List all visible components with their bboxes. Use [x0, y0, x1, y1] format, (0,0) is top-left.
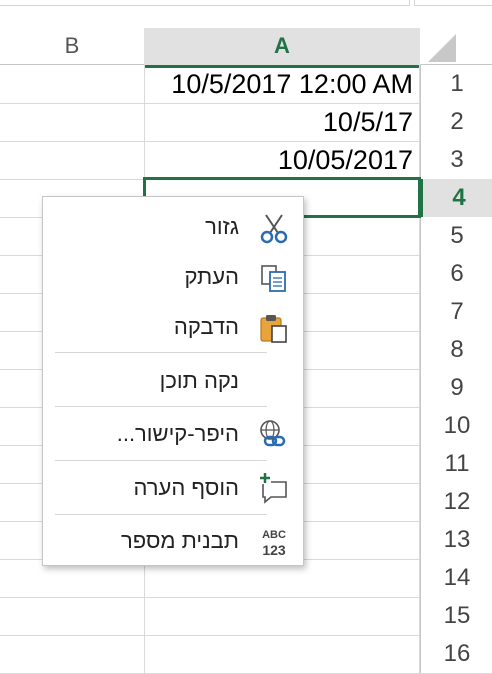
- menu-item-clear-contents[interactable]: נקה תוכן: [43, 355, 305, 407]
- row-header[interactable]: 16: [420, 635, 492, 673]
- menu-item-hyperlink[interactable]: היפר-קישור...: [43, 408, 305, 460]
- cell-a[interactable]: 10/5/17: [144, 103, 420, 141]
- menu-separator: [55, 352, 267, 353]
- sheet-row: 10/05/2017 3: [0, 141, 492, 180]
- row-header[interactable]: 2: [420, 103, 492, 141]
- menu-item-label: נקה תוכן: [159, 368, 239, 393]
- column-header-b[interactable]: B: [0, 28, 145, 64]
- cell-a[interactable]: [144, 635, 420, 673]
- menu-item-paste[interactable]: הדבקה: [43, 301, 305, 353]
- row-header[interactable]: 11: [420, 445, 492, 483]
- column-header-a[interactable]: A: [144, 28, 421, 68]
- row-header[interactable]: 10: [420, 407, 492, 445]
- cut-icon: [260, 214, 288, 244]
- menu-item-label: גזור: [205, 214, 239, 239]
- sheet-row: 16: [0, 635, 492, 674]
- cell-a[interactable]: 10/5/2017 12:00 AM: [144, 65, 420, 103]
- row-header[interactable]: 6: [420, 255, 492, 293]
- formula-input[interactable]: [414, 0, 492, 6]
- svg-text:123: 123: [262, 542, 286, 558]
- sheet-row: 10/5/2017 12:00 AM 1: [0, 65, 492, 104]
- row-header[interactable]: 5: [420, 217, 492, 255]
- row-header[interactable]: 13: [420, 521, 492, 559]
- menu-item-label: הדבקה: [173, 314, 239, 339]
- menu-item-copy[interactable]: העתק: [43, 251, 305, 303]
- cell-a[interactable]: [144, 597, 420, 635]
- menu-item-label: הוסף הערה: [133, 475, 239, 500]
- cell-b[interactable]: [0, 103, 145, 141]
- menu-item-add-comment[interactable]: הוסף הערה: [43, 462, 305, 514]
- menu-item-number-format[interactable]: תבנית מספר ABC 123: [43, 515, 305, 567]
- row-header[interactable]: 12: [420, 483, 492, 521]
- row-header[interactable]: 8: [420, 331, 492, 369]
- menu-item-label: היפר-קישור...: [116, 421, 239, 446]
- sheet-row: 10/5/17 2: [0, 103, 492, 142]
- hyperlink-icon: [260, 420, 286, 447]
- cell-b[interactable]: [0, 635, 145, 673]
- select-all-corner[interactable]: [420, 28, 492, 64]
- column-header-row: B A: [0, 28, 492, 68]
- row-header[interactable]: 9: [420, 369, 492, 407]
- add-comment-icon: [259, 472, 287, 504]
- row-header[interactable]: 4: [420, 179, 492, 217]
- cell-a[interactable]: 10/05/2017: [144, 141, 420, 179]
- number-format-icon: ABC 123: [262, 529, 286, 558]
- svg-text:ABC: ABC: [262, 529, 286, 541]
- select-all-triangle-icon: [428, 34, 456, 62]
- menu-item-label: תבנית מספר: [120, 528, 239, 553]
- name-box[interactable]: [0, 0, 410, 6]
- paste-icon: [260, 315, 287, 343]
- menu-separator: [55, 406, 267, 407]
- row-header[interactable]: 14: [420, 559, 492, 597]
- menu-separator: [55, 460, 267, 461]
- row-header[interactable]: 1: [420, 65, 492, 103]
- sheet-row: 15: [0, 597, 492, 636]
- menu-item-cut[interactable]: גזור: [43, 201, 305, 253]
- row-header[interactable]: 3: [420, 141, 492, 179]
- menu-item-label: העתק: [184, 264, 239, 289]
- cell-b[interactable]: [0, 65, 145, 103]
- copy-icon: [261, 265, 286, 292]
- cell-b[interactable]: [0, 141, 145, 179]
- row-header[interactable]: 15: [420, 597, 492, 635]
- cell-b[interactable]: [0, 597, 145, 635]
- context-menu: גזור העתק הדבקה נקה תוכן היפר-קישור... ה…: [42, 196, 304, 566]
- row-header[interactable]: 7: [420, 293, 492, 331]
